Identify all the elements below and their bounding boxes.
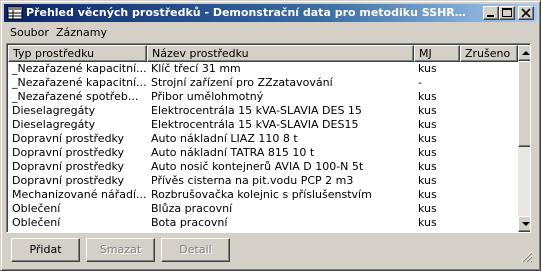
cell-unit: kus <box>418 132 437 145</box>
cell-name: Klíč třecí 31 mm <box>151 62 241 75</box>
title-bar[interactable]: Přehled věcných prostředků - Demonstračn… <box>4 4 537 22</box>
column-header-name[interactable]: Název prostředku <box>147 45 414 62</box>
cell-type: Mechanizované nářadí... <box>12 188 147 201</box>
table-icon <box>7 6 23 20</box>
cell-name: Blůza pracovní <box>151 202 233 215</box>
cell-name: Přívěs cisterna na pit.vodu PCP 2 m3 <box>151 174 354 187</box>
cell-name: Bota pracovní <box>151 216 228 229</box>
main-window: Přehled věcných prostředků - Demonstračn… <box>0 0 541 271</box>
scroll-down-button[interactable] <box>518 216 530 232</box>
cell-type: Oblečení <box>12 216 61 229</box>
cell-type: Dieselagregáty <box>12 118 96 131</box>
table-row[interactable]: Dopravní prostředky Auto nosič kontejnerů… <box>8 160 518 174</box>
minimize-button[interactable] <box>483 6 499 20</box>
menu-soubor[interactable]: Soubor <box>10 26 49 39</box>
equipment-list[interactable]: Typ prostředku Název prostředku MJ Zruše… <box>6 43 531 233</box>
column-header-cancelled[interactable]: Zrušeno <box>460 45 518 62</box>
cell-unit: kus <box>418 202 437 215</box>
cell-unit: kus <box>418 146 437 159</box>
table-row[interactable]: Dieselagregáty Elektrocentrála 15 kVA-SLA… <box>8 104 518 118</box>
menu-bar: Soubor Záznamy <box>4 23 537 42</box>
table-row[interactable]: _Nezařazené kapacitní... Klíč třecí 31 mm… <box>8 62 518 76</box>
cell-name: Strojní zařízení pro ZZzatavování <box>151 76 333 89</box>
cell-type: Dopravní prostředky <box>12 146 125 159</box>
cell-type: Dopravní prostředky <box>12 174 125 187</box>
window-title: Přehled věcných prostředků - Demonstračn… <box>26 6 466 19</box>
arrow-down-icon <box>522 222 530 226</box>
table-row[interactable]: Oblečení Blůza pracovní kus <box>8 202 518 216</box>
button-bar: Přidat Smazat Detail <box>4 235 537 267</box>
cell-type: _Nezařazené kapacitní... <box>12 76 147 89</box>
vertical-scrollbar[interactable] <box>518 45 530 232</box>
detail-button[interactable]: Detail <box>161 238 230 262</box>
minimize-icon <box>487 15 494 17</box>
cell-type: Dopravní prostředky <box>12 160 125 173</box>
cell-unit: kus <box>418 188 437 201</box>
resize-grip-icon[interactable] <box>521 251 533 263</box>
table-row[interactable]: Dieselagregáty Elektrocentrála 15 kVA-SLA… <box>8 118 518 132</box>
table-row[interactable]: Dopravní prostředky Auto nákladní LIAZ 11… <box>8 132 518 146</box>
cell-unit: kus <box>418 118 437 131</box>
arrow-up-icon <box>522 51 530 55</box>
column-header-unit[interactable]: MJ <box>414 45 460 62</box>
cell-name: Rozbrušovačka kolejnic s příslušenstvím <box>151 188 372 201</box>
list-header: Typ prostředku Název prostředku MJ Zruše… <box>8 45 530 62</box>
cell-type: Oblečení <box>12 202 61 215</box>
table-row[interactable]: Oblečení Bota pracovní kus <box>8 216 518 230</box>
delete-button[interactable]: Smazat <box>86 238 155 262</box>
cell-unit: kus <box>418 90 437 103</box>
cell-unit: kus <box>418 104 437 117</box>
cell-unit: kus <box>418 62 437 75</box>
cell-name: Elektrocentrála 15 kVA-SLAVIA DES15 <box>151 118 359 131</box>
cell-name: Auto nákladní LIAZ 110 8 t <box>151 132 298 145</box>
cell-unit: kus <box>418 174 437 187</box>
table-row[interactable]: Mechanizované nářadí... Rozbrušovačka kol… <box>8 188 518 202</box>
cell-type: _Nezařazené kapacitní... <box>12 62 147 75</box>
list-body: _Nezařazené kapacitní... Klíč třecí 31 mm… <box>8 62 518 232</box>
cell-name: Auto nákladní TATRA 815 10 t <box>151 146 315 159</box>
cell-unit: kus <box>418 216 437 229</box>
menu-zaznamy[interactable]: Záznamy <box>56 26 107 39</box>
cell-type: Dieselagregáty <box>12 104 96 117</box>
table-row[interactable]: Dopravní prostředky Přívěs cisterna na pi… <box>8 174 518 188</box>
column-header-type[interactable]: Typ prostředku <box>8 45 147 62</box>
scroll-thumb[interactable] <box>518 61 530 147</box>
cell-unit: kus <box>418 160 437 173</box>
cell-type: Dopravní prostředky <box>12 132 125 145</box>
cell-type: _Nezařazené spotřeb... <box>12 90 139 103</box>
cell-name: Auto nosič kontejnerů AVIA D 100-N 5t <box>151 160 364 173</box>
table-row[interactable]: Dopravní prostředky Auto nákladní TATRA 8… <box>8 146 518 160</box>
table-row[interactable]: _Nezařazené spotřeb... Přibor umělohmotný… <box>8 90 518 104</box>
scroll-up-button[interactable] <box>518 45 530 61</box>
table-row[interactable]: _Nezařazené kapacitní... Strojní zařízení… <box>8 76 518 90</box>
maximize-icon <box>502 8 512 17</box>
add-button[interactable]: Přidat <box>11 238 80 262</box>
close-button[interactable] <box>518 6 534 20</box>
cell-unit: - <box>418 76 422 89</box>
maximize-button[interactable] <box>499 6 515 20</box>
close-icon <box>521 8 531 18</box>
cell-name: Přibor umělohmotný <box>151 90 264 103</box>
cell-name: Elektrocentrála 15 kVA-SLAVIA DES 15 <box>151 104 362 117</box>
